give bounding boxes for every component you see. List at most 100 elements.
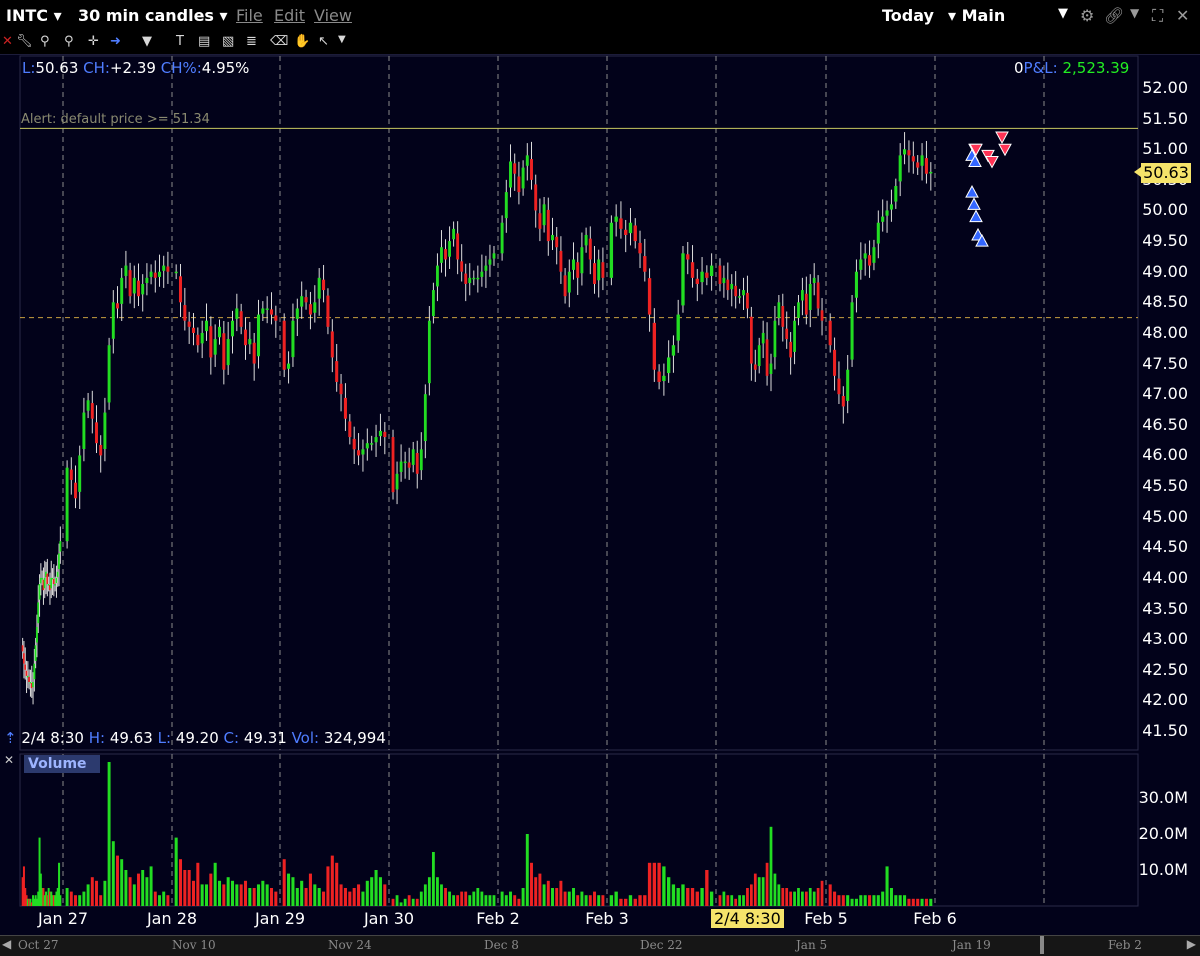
- candle-body: [304, 297, 308, 303]
- candle-body: [542, 204, 546, 226]
- chevron-down-icon[interactable]: ▼: [1058, 6, 1068, 21]
- volume-bar: [116, 855, 119, 906]
- close-icon[interactable]: ✕: [2, 34, 13, 49]
- volume-bar: [149, 866, 153, 906]
- layout-selector[interactable]: ▾ Main: [948, 6, 1005, 25]
- period-selector[interactable]: Today: [882, 6, 934, 25]
- volume-bar: [695, 891, 699, 906]
- wrench-icon[interactable]: 🔧︎: [16, 34, 33, 49]
- volume-bar: [124, 870, 128, 906]
- pointer-icon[interactable]: ↖: [318, 34, 329, 49]
- volume-bar: [916, 898, 920, 906]
- pattern-icon[interactable]: ▧: [222, 34, 234, 49]
- candle-body: [427, 320, 431, 384]
- candle-body: [46, 573, 49, 585]
- crosshair-readout: ⇡ 2/4 8:30 H: 49.63 L: 49.20 C: 49.31 Vo…: [4, 729, 386, 747]
- menu-file[interactable]: File: [236, 6, 263, 25]
- symbol-selector[interactable]: INTC ▾: [6, 6, 62, 25]
- volume-bar: [436, 877, 439, 906]
- volume-bar: [166, 895, 170, 906]
- volume-bar: [761, 877, 765, 906]
- fibonacci-icon[interactable]: ≣: [246, 34, 257, 49]
- volume-bar: [525, 834, 529, 906]
- close-icon[interactable]: ✕: [1176, 6, 1189, 25]
- scroll-right-icon[interactable]: ▶: [1187, 937, 1196, 951]
- volume-bar: [614, 891, 618, 906]
- price-tick-label: 51.50: [1142, 108, 1188, 128]
- eraser-icon[interactable]: ⌫: [270, 34, 288, 49]
- volume-bar: [924, 898, 928, 906]
- chevron-down-icon: ▾: [948, 6, 957, 25]
- menu-edit[interactable]: Edit: [274, 6, 305, 25]
- volume-bar: [662, 866, 666, 906]
- volume-bar: [652, 862, 657, 906]
- candle-body: [335, 361, 339, 382]
- candle-body: [555, 236, 559, 248]
- candle-body: [559, 250, 563, 272]
- chevron-down-icon[interactable]: ▼: [338, 34, 346, 45]
- candle-body: [546, 209, 550, 242]
- volume-bar: [330, 855, 334, 906]
- candle-body: [166, 266, 170, 272]
- volume-bar: [440, 884, 443, 906]
- gear-icon[interactable]: ⚙: [1080, 6, 1094, 25]
- volume-bar: [850, 898, 854, 906]
- ruler-icon[interactable]: ▤: [198, 34, 210, 49]
- price-volume-chart[interactable]: [0, 0, 1200, 955]
- volume-bar: [781, 888, 785, 906]
- volume-bar: [555, 888, 559, 906]
- interval-selector[interactable]: 30 min candles ▾: [78, 6, 228, 25]
- volume-bar: [103, 880, 107, 906]
- crosshair-icon[interactable]: ⇡: [4, 729, 17, 747]
- volume-bar: [162, 891, 166, 906]
- volume-bar: [517, 898, 521, 906]
- text-tool-icon[interactable]: T: [176, 34, 184, 49]
- volume-bar: [722, 891, 726, 906]
- candle-body: [59, 541, 62, 552]
- volume-bar: [765, 862, 769, 906]
- volume-bar: [132, 884, 136, 906]
- crosshair-icon[interactable]: ✛: [88, 34, 99, 49]
- candle-body: [361, 449, 365, 455]
- volume-bar: [881, 891, 885, 906]
- maximize-icon[interactable]: ⛶: [1152, 6, 1163, 26]
- volume-bar: [841, 895, 845, 906]
- candle-body: [191, 327, 196, 333]
- volume-bar: [530, 862, 533, 906]
- navigator-handle[interactable]: [1040, 936, 1044, 954]
- candle-body: [291, 320, 295, 358]
- pin-icon[interactable]: ⚲: [64, 34, 74, 49]
- chevron-down-icon[interactable]: ▼: [142, 34, 152, 49]
- hand-icon[interactable]: ✋: [294, 34, 310, 49]
- candle-body: [55, 577, 58, 584]
- scroll-left-icon[interactable]: ◀: [2, 937, 11, 951]
- chevron-down-icon[interactable]: ▼: [1130, 6, 1139, 20]
- volume-bar: [889, 888, 893, 906]
- volume-bar: [217, 880, 222, 906]
- candle-body: [41, 577, 44, 580]
- volume-bar: [509, 891, 512, 906]
- candle-body: [431, 290, 435, 317]
- candle-body: [326, 295, 330, 327]
- volume-bar: [256, 884, 261, 906]
- price-candles: [21, 132, 933, 705]
- volume-panel-label[interactable]: Volume: [24, 755, 100, 773]
- volume-bar: [300, 880, 304, 906]
- pin-icon[interactable]: ⚲: [40, 34, 50, 49]
- candle-body: [534, 184, 538, 211]
- menu-view[interactable]: View: [314, 6, 352, 25]
- candle-body: [21, 645, 24, 652]
- arrow-right-icon[interactable]: ➜: [110, 34, 121, 49]
- candle-body: [183, 305, 187, 321]
- alert-label[interactable]: Alert: default price >= 51.34: [21, 111, 210, 129]
- candle-body: [124, 265, 128, 277]
- candle-body: [222, 333, 226, 370]
- candle-body: [395, 473, 399, 490]
- navigator-tick-label: Nov 24: [328, 938, 372, 952]
- volume-bar: [423, 884, 427, 906]
- volume-bar: [352, 888, 356, 906]
- link-icon[interactable]: 🔗︎: [1104, 6, 1124, 25]
- volume-tick-label: 20.0M: [1138, 824, 1188, 843]
- candle-body: [742, 290, 745, 296]
- close-icon[interactable]: ✕: [4, 751, 14, 769]
